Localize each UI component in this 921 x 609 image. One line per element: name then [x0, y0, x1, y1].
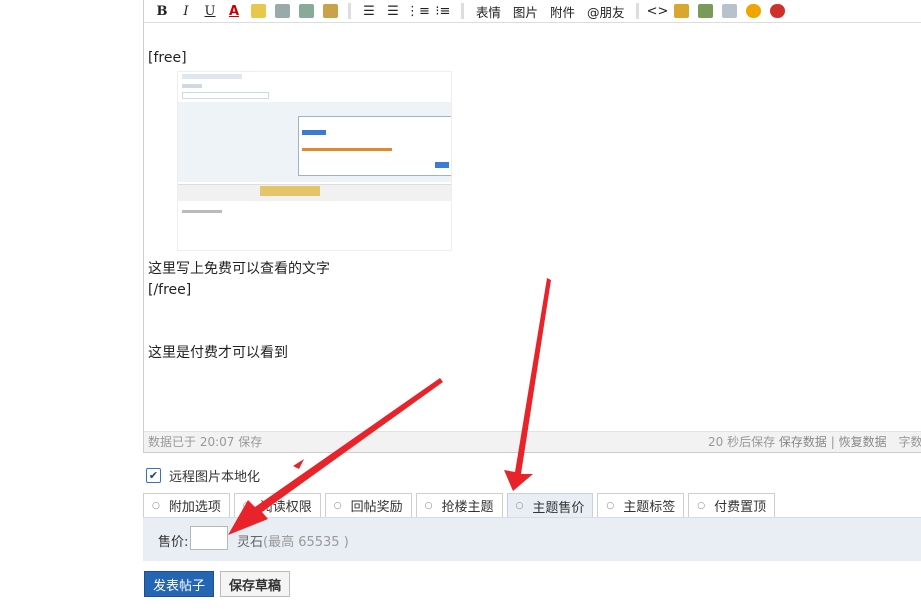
autosave-info: 20 秒后保存 保存数据 | 恢复数据 字数: [708, 432, 921, 452]
price-input[interactable]: [190, 526, 228, 550]
status-divider: |: [830, 435, 835, 449]
bullet-icon: ○: [606, 500, 615, 511]
bullet-icon: ○: [242, 500, 251, 511]
remote-image-option[interactable]: ✔ 远程图片本地化: [146, 466, 260, 485]
price-currency: 灵石: [237, 535, 264, 550]
bg-icon[interactable]: [741, 1, 765, 21]
align-center-icon[interactable]: ☰: [381, 1, 405, 21]
image-button[interactable]: 图片: [507, 1, 544, 21]
price-hint: (最高 65535 ): [263, 535, 349, 550]
emoji-button[interactable]: 表情: [470, 1, 507, 21]
lock-icon[interactable]: [669, 1, 693, 21]
price-label: 售价:: [158, 535, 189, 550]
tab-floor-grab[interactable]: ○ 抢楼主题: [415, 493, 503, 517]
unordered-list-icon[interactable]: ⁝≡: [431, 1, 455, 21]
toolbar-divider: [460, 3, 464, 19]
table-icon[interactable]: [717, 1, 741, 21]
autosave-countdown: 20 秒后保存: [708, 435, 776, 449]
toolbar-divider: [348, 3, 351, 19]
attach-button[interactable]: 附件: [544, 1, 581, 21]
bullet-icon: ○: [152, 500, 160, 511]
editor-statusbar: 数据已于 20:07 保存 20 秒后保存 保存数据 | 恢复数据 字数: [144, 431, 921, 452]
toolbar-divider: [636, 3, 640, 19]
embedded-screenshot-image: [177, 71, 452, 251]
paid-text: 这里是付费才可以看到: [148, 345, 288, 361]
font-color-icon[interactable]: A: [222, 1, 246, 21]
import-icon[interactable]: [693, 1, 717, 21]
code-icon[interactable]: <>: [645, 1, 669, 21]
bullet-icon: ○: [515, 501, 524, 511]
publish-post-button[interactable]: 发表帖子: [144, 571, 214, 597]
unlink-icon[interactable]: [294, 1, 318, 21]
remote-image-checkbox[interactable]: ✔: [146, 468, 161, 483]
editor-content[interactable]: [free] 这里写上免费可以查看的文字 [/free] 这里是付费才可以看到: [148, 48, 921, 364]
editor-toolbar: B I U A ☰ ☰ ⋮≡ ⁝≡ 表情 图片 附件 @朋友 <>: [144, 0, 921, 23]
highlight-icon[interactable]: [246, 1, 270, 21]
tab-paid-sticky[interactable]: ○ 付费置顶: [688, 493, 776, 517]
char-count: 字数: [898, 435, 921, 449]
free-open-tag: [free]: [148, 50, 187, 66]
tab-extra-options[interactable]: ○ 附加选项: [143, 493, 230, 517]
saved-status: 数据已于 20:07 保存: [148, 435, 263, 449]
tab-read-permission[interactable]: ○ 阅读权限: [233, 493, 321, 517]
bold-button[interactable]: B: [150, 1, 174, 21]
free-close-tag: [/free]: [148, 282, 192, 298]
price-panel: 售价: 灵石(最高 65535 ): [143, 517, 921, 561]
post-options-tabs: ○ 附加选项 ○ 阅读权限 ○ 回帖奖励 ○ 抢楼主题 ○ 主题售价 ○ 主题标签 ○ 付费置…: [143, 493, 779, 518]
remote-image-label: 远程图片本地化: [169, 470, 261, 485]
bullet-icon: ○: [424, 500, 433, 511]
ordered-list-icon[interactable]: ⋮≡: [405, 1, 431, 21]
save-data-link[interactable]: 保存数据: [779, 435, 827, 449]
bullet-icon: ○: [697, 500, 706, 511]
align-left-icon[interactable]: ☰: [357, 1, 381, 21]
mention-button[interactable]: @朋友: [581, 1, 631, 21]
free-text: 这里写上免费可以查看的文字: [148, 261, 330, 277]
tab-thread-price[interactable]: ○ 主题售价: [506, 493, 594, 518]
save-draft-button[interactable]: 保存草稿: [220, 571, 290, 597]
red-arrow-fragment: [293, 459, 304, 469]
italic-button[interactable]: I: [174, 1, 198, 21]
qq-icon[interactable]: [765, 1, 789, 21]
underline-button[interactable]: U: [198, 1, 222, 21]
post-editor[interactable]: B I U A ☰ ☰ ⋮≡ ⁝≡ 表情 图片 附件 @朋友 <> [free]: [143, 0, 921, 453]
restore-data-link[interactable]: 恢复数据: [839, 435, 887, 449]
price-unit: 灵石(最高 65535 ): [237, 531, 349, 550]
clear-format-icon[interactable]: [318, 1, 342, 21]
tab-reply-reward[interactable]: ○ 回帖奖励: [324, 493, 412, 517]
bullet-icon: ○: [333, 500, 342, 511]
link-icon[interactable]: [270, 1, 294, 21]
tab-thread-tags[interactable]: ○ 主题标签: [597, 493, 685, 517]
